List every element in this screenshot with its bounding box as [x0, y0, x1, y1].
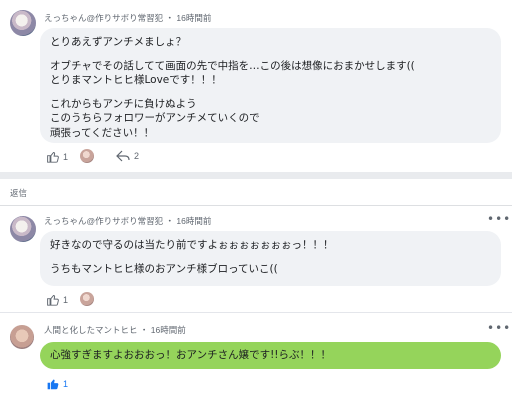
like-count: 1 [63, 294, 69, 305]
comment-text-line: 心強すぎますよおおおっ！おアンチさん嬢です!!らぶ！！！ [50, 349, 331, 361]
thumbs-up-icon [47, 151, 59, 163]
comment-text-gap [50, 253, 334, 262]
reaction-avatar[interactable] [80, 292, 94, 306]
author-name[interactable]: えっちゃん@作りサボり常習犯 [44, 216, 163, 226]
comment-text-line: 好きなので守るのは当たり前ですよぉぉぉぉぉぉぉっ！！！ [50, 239, 334, 251]
reply-section-header: 返信 [0, 179, 512, 205]
timestamp: 16時間前 [150, 325, 186, 335]
section-divider [0, 172, 512, 179]
avatar[interactable] [10, 325, 34, 349]
comment-meta: えっちゃん@作りサボり常習犯 ・ 16時間前 [44, 215, 211, 227]
author-name[interactable]: 人間と化したマントヒヒ [44, 325, 138, 335]
like-count: 1 [63, 151, 69, 162]
more-options-button[interactable]: ••• [487, 321, 511, 335]
reply-count: 2 [134, 151, 140, 161]
comment-text-line: オブチャでその話してて画面の先で中指を…この後は想像におまかせします(( [50, 59, 415, 72]
reply-1: えっちゃん@作りサボり常習犯 ・ 16時間前 ••• 好きなので守るのは当たり前… [0, 206, 512, 312]
reply-arrow-icon [116, 150, 130, 162]
avatar[interactable] [10, 216, 36, 242]
reaction-avatar[interactable] [80, 149, 94, 163]
meta-separator: ・ [139, 325, 149, 335]
comment-bubble: とりあえずアンチメましょ？ オブチャでその話してて画面の先で中指を…この後は想像… [40, 28, 501, 143]
avatar[interactable] [10, 10, 36, 36]
meta-separator: ・ [165, 216, 175, 226]
like-button[interactable]: 1 [46, 377, 68, 390]
thumbs-up-icon [47, 294, 59, 306]
comment-bubble: 好きなので守るのは当たり前ですよぉぉぉぉぉぉぉっ！！！ うちもマントヒヒ様のおア… [40, 231, 501, 286]
reply-section-label: 返信 [10, 188, 28, 198]
like-count: 1 [63, 378, 69, 389]
author-name[interactable]: えっちゃん@作りサボり常習犯 [44, 13, 163, 23]
timestamp: 16時間前 [176, 216, 212, 226]
timestamp: 16時間前 [176, 13, 212, 23]
comment-text-line: これからもアンチに負けぬよう [50, 97, 197, 110]
like-button[interactable]: 1 [46, 293, 68, 306]
comment-text-line: 頑張ってください！！ [50, 126, 155, 139]
comment-text-line: とりあえずアンチメましょ？ [50, 36, 187, 48]
thumbs-up-filled-icon [47, 379, 59, 390]
comment-text-line: とりまマントヒヒ様Loveです！！！ [50, 74, 222, 86]
comment-meta: えっちゃん@作りサボり常習犯 ・ 16時間前 [44, 12, 211, 24]
comment-text-line: うちもマントヒヒ様のおアンチ様ブロっていこ(( [50, 262, 278, 275]
more-options-button[interactable]: ••• [487, 212, 511, 226]
reply-button[interactable]: 2 [116, 150, 139, 162]
like-button[interactable]: 1 [46, 150, 68, 163]
meta-separator: ・ [165, 13, 175, 23]
comment-text-gap [50, 88, 415, 97]
comment-text-line: このうちらフォロワーがアンチメていくので [50, 112, 260, 124]
reply-2: 人間と化したマントヒヒ ・ 16時間前 ••• 心強すぎますよおおおっ！おアンチ… [0, 313, 512, 403]
comment-1: えっちゃん@作りサボり常習犯 ・ 16時間前 とりあえずアンチメましょ？ オブチ… [0, 0, 512, 172]
comment-bubble: 心強すぎますよおおおっ！おアンチさん嬢です!!らぶ！！！ [40, 342, 501, 369]
comment-text-gap [50, 50, 415, 59]
comment-meta: 人間と化したマントヒヒ ・ 16時間前 [44, 324, 186, 336]
